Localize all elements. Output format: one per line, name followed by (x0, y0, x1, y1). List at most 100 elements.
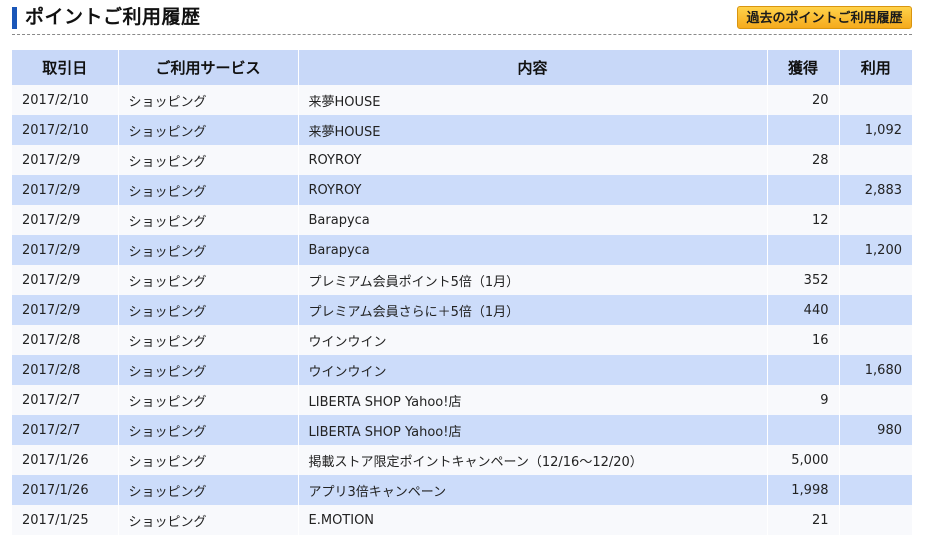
date-text: 2017/2/10 (22, 122, 89, 138)
cell-service: ショッピング (118, 205, 299, 235)
service-text: ショッピング (128, 484, 207, 500)
store-link[interactable]: ウインウイン (309, 335, 387, 350)
date-text: 2017/2/9 (22, 242, 81, 258)
table-row: 2017/2/9 ショッピング プレミアム会員さらに＋5倍（1月） 440 (12, 295, 912, 325)
table-body: 2017/2/10 ショッピング 来夢HOUSE 20 2017/2/10 ショッピング来… (12, 85, 912, 535)
table-row: 2017/2/9 ショッピング ROYROY 2,883 (12, 175, 912, 205)
earned-value: 28 (811, 152, 829, 168)
used-value: 1,092 (864, 122, 902, 138)
service-text: ショッピング (128, 394, 207, 410)
cell-date: 2017/2/10 (12, 115, 119, 145)
cell-earned: 20 (767, 85, 840, 115)
cell-earned: 352 (767, 265, 840, 295)
page-header: ポイントご利用履歴 過去のポイントご利用履歴 (0, 0, 929, 34)
content-text: アプリ3倍キャンペーン (308, 484, 447, 500)
service-text: ショッピング (128, 214, 207, 230)
cell-earned: 1,998 (767, 475, 840, 505)
service-text: ショッピング (128, 94, 207, 110)
table-row: 2017/2/8 ショッピング ウインウイン 16 (12, 325, 912, 355)
cell-earned (767, 175, 840, 205)
column-header-date: 取引日 (12, 50, 119, 85)
cell-date: 2017/2/9 (12, 145, 119, 175)
service-text: ショッピング (128, 154, 207, 170)
table-row: 2017/1/25 ショッピング E.MOTION 21 (12, 505, 912, 535)
table-row: 2017/2/9 ショッピング ROYROY 28 (12, 145, 912, 175)
cell-used: 1,092 (839, 115, 912, 145)
cell-earned (767, 235, 840, 265)
table-row: 2017/1/26 ショッピング アプリ3倍キャンペーン 1,998 (12, 475, 912, 505)
cell-earned: 28 (767, 145, 840, 175)
content-text: プレミアム会員さらに＋5倍（1月） (308, 304, 520, 320)
service-text: ショッピング (128, 454, 207, 470)
cell-earned (767, 415, 840, 445)
cell-earned: 16 (767, 325, 840, 355)
date-text: 2017/2/10 (22, 92, 89, 108)
cell-used: 980 (839, 415, 912, 445)
table-row: 2017/2/8 ショッピング ウインウイン 1,680 (12, 355, 912, 385)
cell-content: 掲載ストア限定ポイントキャンペーン（12/16～12/20） (298, 445, 768, 475)
date-text: 2017/1/26 (22, 482, 89, 498)
content-text: 掲載ストア限定ポイントキャンペーン（12/16～12/20） (308, 454, 643, 470)
title-accent-bar (12, 7, 17, 29)
cell-used: 2,883 (839, 175, 912, 205)
store-link[interactable]: LIBERTA SHOP Yahoo!店 (309, 395, 462, 410)
earned-value: 12 (811, 212, 829, 228)
cell-content: 来夢HOUSE (298, 85, 768, 115)
date-text: 2017/2/9 (22, 212, 81, 228)
cell-service: ショッピング (118, 85, 299, 115)
cell-content: LIBERTA SHOP Yahoo!店 (298, 385, 768, 415)
content-text: ROYROY (308, 182, 362, 198)
store-link[interactable]: Barapyca (309, 213, 370, 228)
cell-date: 2017/2/9 (12, 175, 119, 205)
cell-service: ショッピング (118, 295, 299, 325)
table-row: 2017/2/9 ショッピング Barapyca 1,200 (12, 235, 912, 265)
store-link[interactable]: 来夢HOUSE (309, 95, 381, 110)
column-header-used: 利用 (839, 50, 912, 85)
cell-service: ショッピング (118, 475, 299, 505)
past-history-button[interactable]: 過去のポイントご利用履歴 (737, 6, 912, 29)
cell-content: 来夢HOUSE (298, 115, 768, 145)
cell-date: 2017/1/26 (12, 445, 119, 475)
content-text: 来夢HOUSE (308, 124, 381, 140)
cell-content: LIBERTA SHOP Yahoo!店 (298, 415, 768, 445)
cell-used (839, 475, 912, 505)
cell-content: プレミアム会員ポイント5倍（1月） (298, 265, 768, 295)
cell-content: ROYROY (298, 175, 768, 205)
cell-service: ショッピング (118, 145, 299, 175)
dashed-divider (12, 34, 912, 35)
cell-date: 2017/2/9 (12, 295, 119, 325)
content-text: LIBERTA SHOP Yahoo!店 (308, 424, 462, 440)
used-value: 2,883 (864, 182, 902, 198)
cell-date: 2017/1/26 (12, 475, 119, 505)
cell-used (839, 325, 912, 355)
table-row: 2017/1/26 ショッピング 掲載ストア限定ポイントキャンペーン（12/16～1… (12, 445, 912, 475)
cell-earned: 9 (767, 385, 840, 415)
store-link[interactable]: E.MOTION (309, 513, 375, 528)
content-text: ウインウイン (308, 364, 387, 380)
date-text: 2017/2/9 (22, 152, 81, 168)
earned-value: 16 (811, 332, 829, 348)
date-text: 2017/2/8 (22, 362, 81, 378)
service-text: ショッピング (128, 184, 207, 200)
store-link[interactable]: ROYROY (309, 153, 362, 168)
cell-used: 1,680 (839, 355, 912, 385)
date-text: 2017/2/9 (22, 182, 81, 198)
cell-date: 2017/2/8 (12, 355, 119, 385)
cell-date: 2017/2/7 (12, 385, 119, 415)
table-row: 2017/2/10 ショッピング 来夢HOUSE 1,092 (12, 115, 912, 145)
date-text: 2017/2/8 (22, 332, 81, 348)
cell-content: Barapyca (298, 205, 768, 235)
cell-used (839, 505, 912, 535)
cell-earned: 12 (767, 205, 840, 235)
cell-used (839, 85, 912, 115)
column-header-earned: 獲得 (767, 50, 840, 85)
cell-used: 1,200 (839, 235, 912, 265)
cell-service: ショッピング (118, 445, 299, 475)
cell-used (839, 265, 912, 295)
cell-service: ショッピング (118, 175, 299, 205)
content-text: Barapyca (308, 242, 370, 258)
used-value: 980 (877, 422, 902, 438)
cell-content: Barapyca (298, 235, 768, 265)
cell-used (839, 205, 912, 235)
cell-content: プレミアム会員さらに＋5倍（1月） (298, 295, 768, 325)
